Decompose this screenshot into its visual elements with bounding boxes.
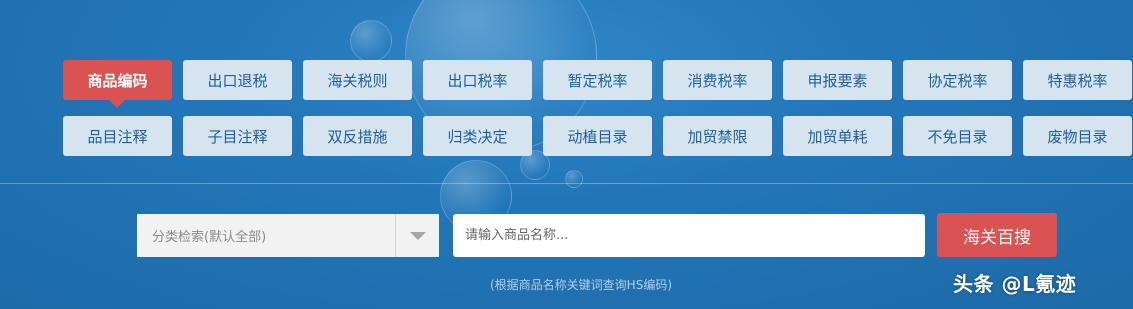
tab-subheading-notes[interactable]: 子目注释: [183, 116, 292, 156]
tab-row-1: 商品编码 出口退税 海关税则 出口税率 暂定税率 消费税率 申报要素 协定税率 …: [63, 60, 1133, 108]
tab-provisional-tax-rate[interactable]: 暂定税率: [543, 60, 652, 100]
bubble-decoration: [350, 20, 392, 62]
tab-agreement-tax-rate[interactable]: 协定税率: [903, 60, 1012, 100]
tab-animal-plant-catalog[interactable]: 动植目录: [543, 116, 652, 156]
search-input[interactable]: [453, 214, 925, 257]
tab-heading-notes[interactable]: 品目注释: [63, 116, 172, 156]
tab-export-tax-refund[interactable]: 出口退税: [183, 60, 292, 100]
tab-waste-catalog[interactable]: 废物目录: [1023, 116, 1132, 156]
tab-non-exempt-catalog[interactable]: 不免目录: [903, 116, 1012, 156]
category-select[interactable]: 分类检索(默认全部): [137, 214, 439, 257]
tab-anti-dumping-measures[interactable]: 双反措施: [303, 116, 412, 156]
bubble-decoration: [565, 170, 583, 188]
tab-row-2: 品目注释 子目注释 双反措施 归类决定 动植目录 加贸禁限 加贸单耗 不免目录 …: [63, 116, 1133, 156]
category-select-value: 分类检索(默认全部): [152, 230, 267, 245]
tab-declaration-elements[interactable]: 申报要素: [783, 60, 892, 100]
tab-commodity-code[interactable]: 商品编码: [63, 60, 172, 108]
tab-customs-tariff[interactable]: 海关税则: [303, 60, 412, 100]
search-button[interactable]: 海关百搜: [937, 213, 1057, 257]
tab-processing-trade-consumption[interactable]: 加贸单耗: [783, 116, 892, 156]
tab-grid: 商品编码 出口退税 海关税则 出口税率 暂定税率 消费税率 申报要素 协定税率 …: [63, 60, 1133, 172]
tab-classification-decisions[interactable]: 归类决定: [423, 116, 532, 156]
watermark: 头条 @L氪迹: [953, 272, 1077, 296]
tab-consumption-tax-rate[interactable]: 消费税率: [663, 60, 772, 100]
chevron-down-icon[interactable]: [395, 214, 439, 257]
tab-preferential-tax-rate[interactable]: 特惠税率: [1023, 60, 1132, 100]
tab-export-tax-rate[interactable]: 出口税率: [423, 60, 532, 100]
section-divider: [0, 183, 1133, 184]
tab-processing-trade-restrictions[interactable]: 加贸禁限: [663, 116, 772, 156]
search-hint: (根据商品名称关键词查询HS编码): [490, 278, 673, 292]
